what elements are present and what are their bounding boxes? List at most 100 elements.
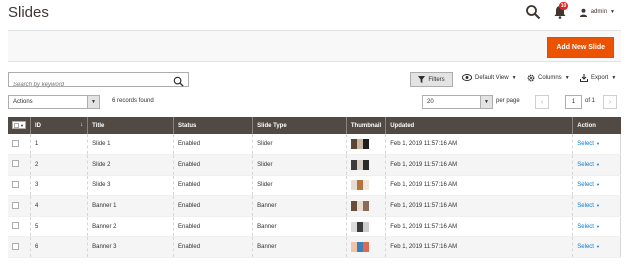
per-page-value: 20 xyxy=(427,99,434,105)
row-select-cell xyxy=(8,216,31,238)
cell-slide-type: Banner xyxy=(252,236,347,259)
row-checkbox[interactable] xyxy=(12,180,19,188)
filters-label: Filters xyxy=(428,76,445,83)
row-select-cell xyxy=(8,175,31,197)
notification-count-badge: 10 xyxy=(558,2,569,10)
cell-title: Banner 3 xyxy=(87,236,174,259)
thumbnail-image[interactable] xyxy=(350,221,369,232)
cell-thumbnail xyxy=(345,216,386,238)
row-checkbox[interactable] xyxy=(12,139,19,147)
current-page-input[interactable]: 1 xyxy=(565,95,582,109)
cell-action: Select ▼ xyxy=(572,134,621,156)
chevron-down-icon: ▼ xyxy=(87,96,99,108)
cell-slide-type: Slider xyxy=(252,154,347,176)
table-row: 5 Banner 2 Enabled Banner Feb 1, 2019 11:57:… xyxy=(8,216,621,238)
gear-icon xyxy=(527,74,535,82)
chevron-down-icon: ▼ xyxy=(595,161,600,167)
cell-id: 6 xyxy=(29,236,88,259)
cell-title: Slide 3 xyxy=(87,175,174,197)
cell-updated: Feb 1, 2019 11:57:16 AM xyxy=(385,154,573,176)
next-page-button[interactable]: › xyxy=(603,95,617,109)
column-header-status[interactable]: Status xyxy=(173,117,253,134)
row-action-select[interactable]: Select ▼ xyxy=(577,244,600,250)
grid-header-row: ▼ ID ↓ Title Status Slide Type Thumbnail … xyxy=(8,117,621,134)
user-icon xyxy=(579,8,587,17)
filters-button[interactable]: Filters xyxy=(410,72,453,87)
export-label: Export xyxy=(591,75,609,81)
cell-title: Slide 2 xyxy=(87,154,174,176)
cell-id: 2 xyxy=(29,154,88,176)
column-header-id[interactable]: ID ↓ xyxy=(29,117,88,134)
export-dropdown[interactable]: Export ▼ xyxy=(580,74,616,82)
cell-action: Select ▼ xyxy=(572,195,621,217)
cell-thumbnail xyxy=(345,134,386,156)
per-page-select[interactable]: 20 ▼ xyxy=(422,95,493,109)
row-select-cell xyxy=(8,154,31,176)
thumbnail-image[interactable] xyxy=(350,139,369,150)
previous-page-button[interactable]: ‹ xyxy=(535,95,549,109)
row-checkbox[interactable] xyxy=(12,201,19,209)
page-title: Slides xyxy=(8,4,49,21)
row-checkbox[interactable] xyxy=(12,242,19,250)
user-name: admin xyxy=(590,9,608,15)
chevron-down-icon: ▼ xyxy=(480,96,492,108)
cell-slide-type: Slider xyxy=(252,134,347,156)
thumbnail-image[interactable] xyxy=(350,201,369,212)
keyword-search xyxy=(8,72,189,92)
thumbnail-image[interactable] xyxy=(350,242,369,253)
cell-action: Select ▼ xyxy=(572,175,621,197)
mass-actions-value: Actions xyxy=(13,99,33,105)
row-checkbox[interactable] xyxy=(12,222,19,230)
column-header-slide-type[interactable]: Slide Type xyxy=(252,117,347,134)
page-count: of 1 xyxy=(585,98,596,104)
cell-title: Banner 1 xyxy=(87,195,174,217)
cell-id: 5 xyxy=(29,216,88,238)
row-action-select[interactable]: Select ▼ xyxy=(577,203,600,209)
row-action-select[interactable]: Select ▼ xyxy=(577,224,600,230)
default-view-dropdown[interactable]: Default View ▼ xyxy=(462,74,517,81)
cell-status: Enabled xyxy=(173,195,253,217)
row-select-cell xyxy=(8,236,31,259)
add-new-slide-button[interactable]: Add New Slide xyxy=(547,37,614,58)
user-menu[interactable]: admin ▼ xyxy=(579,8,615,17)
cell-status: Enabled xyxy=(173,236,253,259)
cell-thumbnail xyxy=(345,195,386,217)
export-icon xyxy=(580,74,588,82)
page-action-bar: Add New Slide xyxy=(8,30,621,62)
cell-thumbnail xyxy=(345,175,386,197)
column-header-updated[interactable]: Updated xyxy=(385,117,573,134)
cell-status: Enabled xyxy=(173,134,253,156)
table-row: 1 Slide 1 Enabled Slider Feb 1, 2019 11:57:1… xyxy=(8,134,621,156)
funnel-icon xyxy=(418,76,426,83)
columns-dropdown[interactable]: Columns ▼ xyxy=(527,74,570,82)
cell-updated: Feb 1, 2019 11:57:16 AM xyxy=(385,195,573,217)
cell-status: Enabled xyxy=(173,154,253,176)
row-action-select[interactable]: Select ▼ xyxy=(577,162,600,168)
row-checkbox[interactable] xyxy=(12,160,19,168)
thumbnail-image[interactable] xyxy=(350,159,369,170)
select-all-header[interactable]: ▼ xyxy=(8,117,31,134)
cell-action: Select ▼ xyxy=(572,154,621,176)
cell-updated: Feb 1, 2019 11:57:16 AM xyxy=(385,216,573,238)
global-search-icon[interactable] xyxy=(525,4,541,20)
search-input[interactable] xyxy=(9,78,159,92)
chevron-down-icon: ▼ xyxy=(595,203,600,209)
row-action-select[interactable]: Select ▼ xyxy=(577,182,600,188)
search-icon[interactable] xyxy=(173,74,184,87)
row-action-select[interactable]: Select ▼ xyxy=(577,141,600,147)
eye-icon xyxy=(462,74,472,81)
table-row: 6 Banner 3 Enabled Banner Feb 1, 2019 11:57:… xyxy=(8,236,621,259)
cell-slide-type: Slider xyxy=(252,175,347,197)
chevron-down-icon: ▼ xyxy=(595,141,600,147)
mass-actions-select[interactable]: Actions ▼ xyxy=(8,95,100,109)
column-header-title[interactable]: Title xyxy=(87,117,174,134)
cell-status: Enabled xyxy=(173,175,253,197)
chevron-down-icon: ▼ xyxy=(610,9,615,15)
chevron-down-icon: ▼ xyxy=(595,223,600,229)
cell-thumbnail xyxy=(345,236,386,259)
select-all-checkbox[interactable]: ▼ xyxy=(12,121,26,130)
thumbnail-image[interactable] xyxy=(350,180,369,191)
table-row: 2 Slide 2 Enabled Slider Feb 1, 2019 11:57:1… xyxy=(8,154,621,176)
chevron-down-icon: ▼ xyxy=(611,75,617,81)
notifications-bell-icon[interactable]: 10 xyxy=(553,2,569,19)
